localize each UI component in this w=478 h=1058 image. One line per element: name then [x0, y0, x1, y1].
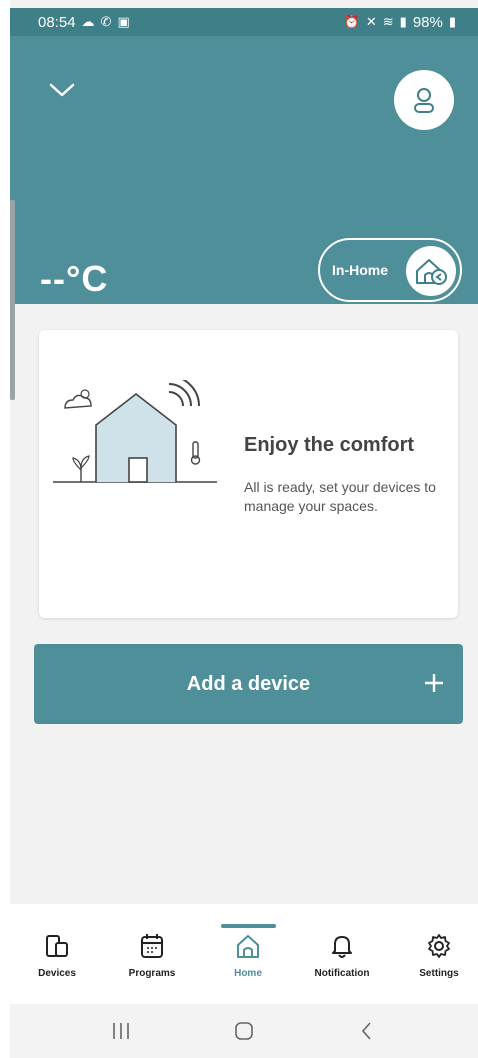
status-time: 08:54 — [38, 13, 76, 31]
nav-notification[interactable]: Notification — [302, 932, 382, 979]
nav-settings-label: Settings — [419, 968, 459, 979]
bottom-navigation: Devices Programs Home Notification Setti… — [10, 904, 478, 1004]
mute-icon: ✕ — [365, 14, 377, 29]
house-illustration — [53, 380, 217, 483]
nav-home-label: Home — [234, 968, 262, 979]
temperature-display: --°C — [40, 258, 109, 299]
card-title: Enjoy the comfort — [244, 434, 415, 456]
back-button[interactable] — [355, 1020, 379, 1042]
system-navigation-bar — [10, 1004, 478, 1058]
nav-devices-label: Devices — [38, 968, 76, 979]
card-description: All is ready, set your devices to manage… — [244, 479, 436, 514]
home-button[interactable] — [232, 1020, 256, 1042]
nav-settings[interactable]: Settings — [399, 932, 478, 979]
cloud-icon: ☁ — [81, 14, 95, 29]
user-icon — [414, 88, 434, 113]
home-enter-icon — [416, 259, 447, 285]
status-bar: 08:54 ☁ ✆ ▣ ⏰ ✕ ≋ ▮ 98% ▮ — [10, 8, 478, 36]
gear-icon — [428, 934, 450, 958]
profile-button[interactable] — [394, 70, 454, 130]
nav-programs[interactable]: Programs — [112, 932, 192, 979]
home-icon — [237, 935, 259, 958]
chevron-down-icon[interactable] — [48, 80, 76, 100]
recents-button[interactable] — [109, 1020, 133, 1042]
signal-icon: ▮ — [399, 14, 407, 29]
nav-home[interactable]: Home — [208, 932, 288, 979]
bell-icon — [332, 936, 352, 958]
battery-icon: ▮ — [448, 14, 456, 29]
nav-programs-label: Programs — [128, 968, 176, 979]
whatsapp-icon: ✆ — [100, 14, 112, 29]
welcome-card: Enjoy the comfort All is ready, set your… — [39, 330, 458, 618]
nav-notification-label: Notification — [314, 968, 370, 979]
gallery-icon: ▣ — [117, 14, 130, 29]
scroll-indicator — [10, 200, 15, 400]
nav-devices[interactable]: Devices — [17, 932, 97, 979]
plus-icon — [425, 674, 443, 692]
in-home-label: In-Home — [332, 262, 388, 278]
calendar-icon — [141, 934, 163, 958]
home-header: --°C In-Home — [10, 36, 478, 304]
devices-icon — [46, 935, 68, 957]
in-home-button[interactable] — [406, 246, 456, 296]
active-tab-indicator — [221, 924, 276, 928]
alarm-icon: ⏰ — [343, 14, 360, 29]
app-screen: 08:54 ☁ ✆ ▣ ⏰ ✕ ≋ ▮ 98% ▮ --°C In-Home E… — [10, 0, 478, 1058]
add-device-label: Add a device — [186, 672, 311, 695]
in-home-toggle[interactable]: In-Home — [318, 238, 462, 302]
battery-level: 98% — [412, 13, 443, 31]
add-device-button[interactable]: Add a device — [34, 644, 463, 724]
wifi-icon: ≋ — [382, 14, 394, 29]
